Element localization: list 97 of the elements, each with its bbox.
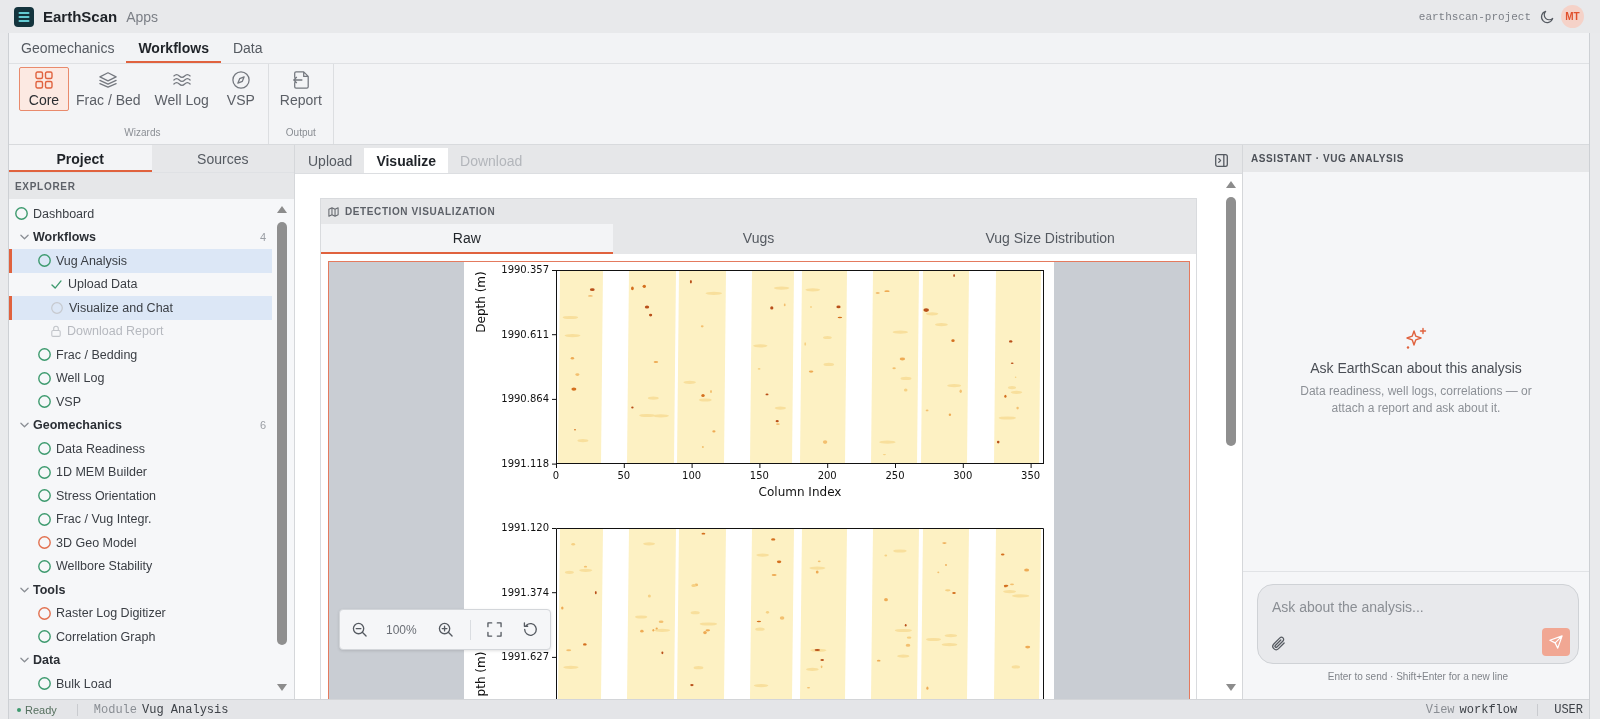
tree-item[interactable]: Frac / Vug Integr.: [9, 507, 272, 531]
user-role: USER: [1554, 702, 1583, 717]
panel-header: ASSISTANT · VUG ANALYSIS: [1243, 145, 1589, 172]
view-label: View: [1425, 702, 1455, 717]
axis-title: Column Index: [758, 485, 842, 499]
tick-label: 150: [749, 470, 769, 482]
tick-label: 1990.357: [501, 264, 549, 276]
tree-group[interactable]: Workflows: [18, 230, 96, 245]
lock-icon: [51, 325, 61, 338]
step-tab[interactable]: Visualize: [364, 148, 449, 173]
tick-label: 1991.120: [501, 522, 549, 534]
tick-label: 250: [885, 470, 905, 482]
tree-item[interactable]: Well Log: [9, 366, 272, 390]
tree-item[interactable]: Bulk Load: [9, 672, 272, 696]
scroll-up-arrow-icon[interactable]: [277, 206, 287, 213]
chat-input[interactable]: Ask about the analysis...: [1257, 584, 1579, 664]
empty-state-title: Ask EarthScan about this analysis: [1310, 359, 1522, 376]
axis-title: Depth (m): [474, 271, 488, 333]
empty-state-text: Data readiness, well logs, correlations — or attach a report and ask about it.: [1299, 382, 1533, 417]
tick-label: 200: [817, 470, 837, 482]
tick-label: 1991.374: [501, 586, 549, 599]
ribbon-button[interactable]: VSP: [215, 67, 266, 111]
tree-item[interactable]: Correlation Graph: [9, 625, 272, 649]
step-tab[interactable]: Upload: [296, 148, 365, 173]
status-dot-icon: [17, 707, 21, 712]
module-label: Module: [93, 702, 137, 717]
tree-item[interactable]: Dashboard: [9, 202, 272, 226]
tree-item[interactable]: Raster Log Digitizer: [9, 601, 272, 625]
paperclip-icon[interactable]: [1271, 636, 1286, 651]
menu-tab[interactable]: Data: [220, 33, 275, 63]
tick-label: 50: [617, 470, 631, 482]
item-count: 4: [259, 231, 266, 244]
tree-step[interactable]: Visualize and Chat: [9, 296, 272, 320]
view-tab[interactable]: Vug Size Distribution: [904, 224, 1196, 254]
module-name: Vug Analysis: [142, 702, 229, 717]
ribbon-button[interactable]: Core: [19, 67, 69, 111]
ring-icon: [51, 301, 63, 314]
scroll-up-arrow-icon[interactable]: [1226, 181, 1236, 188]
tree-item[interactable]: Vug Analysis: [9, 249, 272, 273]
check-icon: [51, 279, 62, 289]
tick-label: 1990.611: [501, 328, 549, 341]
view-tab[interactable]: Vugs: [612, 224, 905, 254]
grid-icon: [35, 70, 53, 89]
group-label: Output: [284, 127, 317, 138]
tree-item[interactable]: Frac / Bedding: [9, 343, 272, 367]
tree-step[interactable]: Upload Data: [9, 272, 272, 296]
sidebar-tab[interactable]: Sources: [151, 145, 294, 172]
tree-item[interactable]: Data Readiness: [9, 437, 272, 461]
tick-label: 1991.118: [501, 458, 549, 471]
scroll-down-arrow-icon[interactable]: [277, 684, 287, 691]
tick-label: 300: [953, 470, 973, 482]
tree-item[interactable]: 1D MEM Builder: [9, 460, 272, 484]
file-arrow-icon: [291, 70, 310, 89]
ribbon-button[interactable]: Well Log: [147, 67, 216, 111]
tick-label: 0: [552, 470, 560, 482]
compass-icon: [231, 70, 250, 89]
logo-icon: [14, 6, 34, 27]
project-name: earthscan-project: [1418, 10, 1531, 23]
group-label: Wizards: [123, 127, 162, 138]
fit-screen-icon: [487, 622, 503, 637]
zoom-in-icon: [438, 622, 454, 637]
tick-label: 100: [682, 470, 702, 482]
panel-collapse-icon[interactable]: [1215, 154, 1228, 167]
scrollbar-thumb[interactable]: [277, 222, 287, 645]
tree-item[interactable]: 3D Geo Model: [9, 531, 272, 555]
moon-icon[interactable]: [1540, 9, 1554, 24]
status-text: Ready: [25, 703, 57, 716]
scroll-down-arrow-icon[interactable]: [1226, 684, 1236, 691]
axis-title: pth (m): [474, 651, 488, 697]
zoom-level-label: 100%: [386, 622, 417, 637]
ribbon-button[interactable]: Frac / Bed: [69, 67, 148, 111]
tree-item[interactable]: Stress Orientation: [9, 484, 272, 508]
sparkle-icon: [1404, 326, 1428, 351]
tree-group[interactable]: Data: [18, 653, 61, 668]
scrollbar-thumb[interactable]: [1226, 197, 1236, 446]
tree-item[interactable]: Wellbore Stability: [9, 554, 272, 578]
tree-group[interactable]: Geomechanics: [18, 418, 122, 433]
view-tab[interactable]: Raw: [321, 224, 613, 254]
ribbon-button[interactable]: Report: [272, 67, 329, 111]
layers-icon: [99, 70, 118, 89]
input-hint: Enter to send · Shift+Enter for a new line: [1326, 671, 1510, 682]
send-button[interactable]: [1542, 628, 1570, 656]
send-icon: [1549, 635, 1563, 649]
tree-group[interactable]: Tools: [18, 582, 66, 597]
tick-label: 1990.864: [501, 393, 549, 406]
section-header: EXPLORER: [9, 172, 294, 199]
item-count: 6: [259, 419, 266, 432]
tick-label: 350: [1021, 470, 1041, 482]
app-name: EarthScan: [43, 8, 118, 25]
reset-icon: [523, 622, 539, 637]
view-mode[interactable]: workflow: [1459, 702, 1518, 717]
tree-item[interactable]: VSP: [9, 390, 272, 414]
menu-tab[interactable]: Geomechanics: [9, 33, 127, 63]
map-icon: [328, 206, 339, 217]
zoom-out-icon: [351, 622, 367, 637]
card-title: DETECTION VISUALIZATION: [345, 206, 496, 217]
tick-label: 1991.627: [501, 651, 549, 664]
